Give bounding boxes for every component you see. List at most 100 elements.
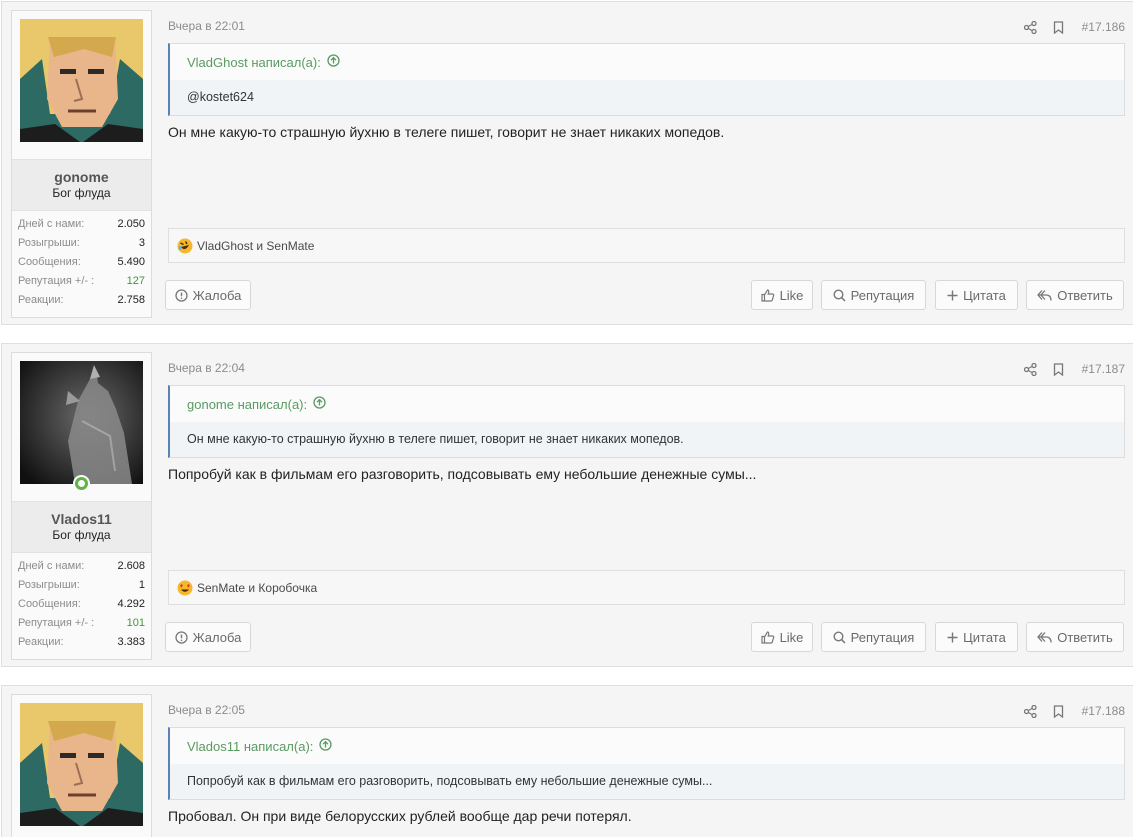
stat-row: Дней с нами: 2.050 [18,218,145,237]
post-tools: #17.188 [1024,704,1125,718]
rofl-emoji-icon [177,238,193,254]
quote-text: @kostet624 [170,80,1124,115]
quote-author-label[interactable]: VladGhost написал(а): [187,55,321,70]
share-icon[interactable] [1024,704,1038,718]
like-button[interactable]: Like [751,280,813,310]
stat-label: Реакции: [18,294,64,306]
thumbs-up-icon [760,288,774,302]
heart-eyes-emoji-icon [177,580,193,596]
stat-label: Репутация +/- : [18,617,95,629]
post-number[interactable]: #17.187 [1082,362,1125,376]
stat-value: 3 [138,237,145,249]
quote-text: Попробуй как в фильмам его разговорить, … [170,764,1124,799]
stat-row: Реакции: 2.758 [18,294,145,313]
quote-block: gonome написал(а): Он мне какую-то страш… [168,385,1125,458]
bookmark-icon[interactable] [1052,20,1066,34]
stat-row: Розыгрыши: 1 [18,579,145,598]
reputation-button[interactable]: Репутация [821,622,926,652]
reactions-bar[interactable]: SenMate и Коробочка [168,570,1125,605]
stat-row: Дней с нами: 2.608 [18,560,145,579]
thumbs-up-icon [760,630,774,644]
reputation-button[interactable]: Репутация [821,280,926,310]
avatar[interactable] [20,361,143,484]
reputation-value: 101 [126,617,145,629]
user-card [11,694,152,837]
arrow-up-circle-icon[interactable] [313,396,326,412]
quote-block: Vlados11 написал(а): Попробуй как в филь… [168,727,1125,800]
quote-author-label[interactable]: gonome написал(а): [187,397,307,412]
username[interactable]: gonome [12,169,151,185]
post-body: Вчера в 22:04 #17.187 gonome написал(а):… [165,344,1125,666]
post-actions: Жалоба Like Репутация Цитата Ответить [165,622,1125,652]
stat-label: Реакции: [18,636,64,648]
post: Вчера в 22:05 #17.188 Vlados11 написал(а… [1,685,1133,837]
reply-button[interactable]: Ответить [1026,622,1124,652]
user-title: Бог флуда [52,186,111,200]
reply-icon [1037,289,1052,301]
stat-value: 4.292 [117,598,145,610]
share-icon[interactable] [1024,362,1038,376]
stat-value: 3.383 [117,636,145,648]
quote-text: Он мне какую-то страшную йухню в телеге … [170,422,1124,457]
message-text: Он мне какую-то страшную йухню в телеге … [168,124,725,140]
stat-row: Репутация +/- : 127 [18,275,145,294]
avatar[interactable] [20,19,143,142]
post-body: Вчера в 22:01 #17.186 VladGhost написал(… [165,2,1125,324]
quote-author[interactable]: Vlados11 написал(а): [170,728,1124,764]
post-tools: #17.187 [1024,362,1125,376]
stat-label: Сообщения: [18,598,81,610]
user-stats: Дней с нами: 2.608 Розыгрыши: 1 Сообщения:… [12,553,151,659]
reply-icon [1037,631,1052,643]
stat-label: Дней с нами: [18,218,85,230]
plus-icon [947,290,958,300]
stat-row: Репутация +/- : 101 [18,617,145,636]
quote-author-label[interactable]: Vlados11 написал(а): [187,739,313,754]
search-icon [833,630,846,644]
report-button[interactable]: Жалоба [165,622,251,652]
post: Vlados11 Бог флуда Дней с нами: 2.608 Роз… [1,343,1133,667]
reputation-value: 127 [126,275,145,287]
user-card: Vlados11 Бог флуда Дней с нами: 2.608 Роз… [11,352,152,660]
post-number[interactable]: #17.186 [1082,20,1125,34]
like-button[interactable]: Like [751,622,813,652]
reactions-bar[interactable]: VladGhost и SenMate [168,228,1125,263]
stat-label: Репутация +/- : [18,275,95,287]
post-date[interactable]: Вчера в 22:05 [168,703,245,717]
stat-value: 5.490 [117,256,145,268]
quote-author[interactable]: gonome написал(а): [170,386,1124,422]
quote-button[interactable]: Цитата [935,280,1018,310]
post-date[interactable]: Вчера в 22:01 [168,19,245,33]
alert-circle-icon [174,288,188,302]
reactions-text[interactable]: SenMate и Коробочка [197,581,317,595]
user-stats: Дней с нами: 2.050 Розыгрыши: 3 Сообщения:… [12,211,151,317]
share-icon[interactable] [1024,20,1038,34]
quote-author[interactable]: VladGhost написал(а): [170,44,1124,80]
arrow-up-circle-icon[interactable] [319,738,333,754]
stat-label: Сообщения: [18,256,81,268]
post-tools: #17.186 [1024,20,1125,34]
search-icon [833,288,846,302]
stat-label: Дней с нами: [18,560,85,572]
stat-label: Розыгрыши: [18,579,80,591]
bookmark-icon[interactable] [1052,362,1066,376]
arrow-up-circle-icon[interactable] [327,54,340,70]
online-status-icon [73,475,90,492]
username[interactable]: Vlados11 [12,511,151,527]
post-actions: Жалоба Like Репутация Цитата Ответить [165,280,1125,310]
message-text: Пробовал. Он при виде белорусских рублей… [168,808,632,824]
stat-row: Розыгрыши: 3 [18,237,145,256]
stat-row: Сообщения: 5.490 [18,256,145,275]
post-body: Вчера в 22:05 #17.188 Vlados11 написал(а… [167,686,1125,837]
post-date[interactable]: Вчера в 22:04 [168,361,245,375]
quote-button[interactable]: Цитата [935,622,1018,652]
report-button[interactable]: Жалоба [165,280,251,310]
stat-value: 1 [138,579,145,591]
reply-button[interactable]: Ответить [1026,280,1124,310]
bookmark-icon[interactable] [1052,704,1066,718]
stat-value: 2.608 [117,560,145,572]
stat-value: 2.050 [117,218,145,230]
avatar[interactable] [20,703,143,826]
alert-circle-icon [174,630,188,644]
post-number[interactable]: #17.188 [1082,704,1125,718]
reactions-text[interactable]: VladGhost и SenMate [197,239,314,253]
